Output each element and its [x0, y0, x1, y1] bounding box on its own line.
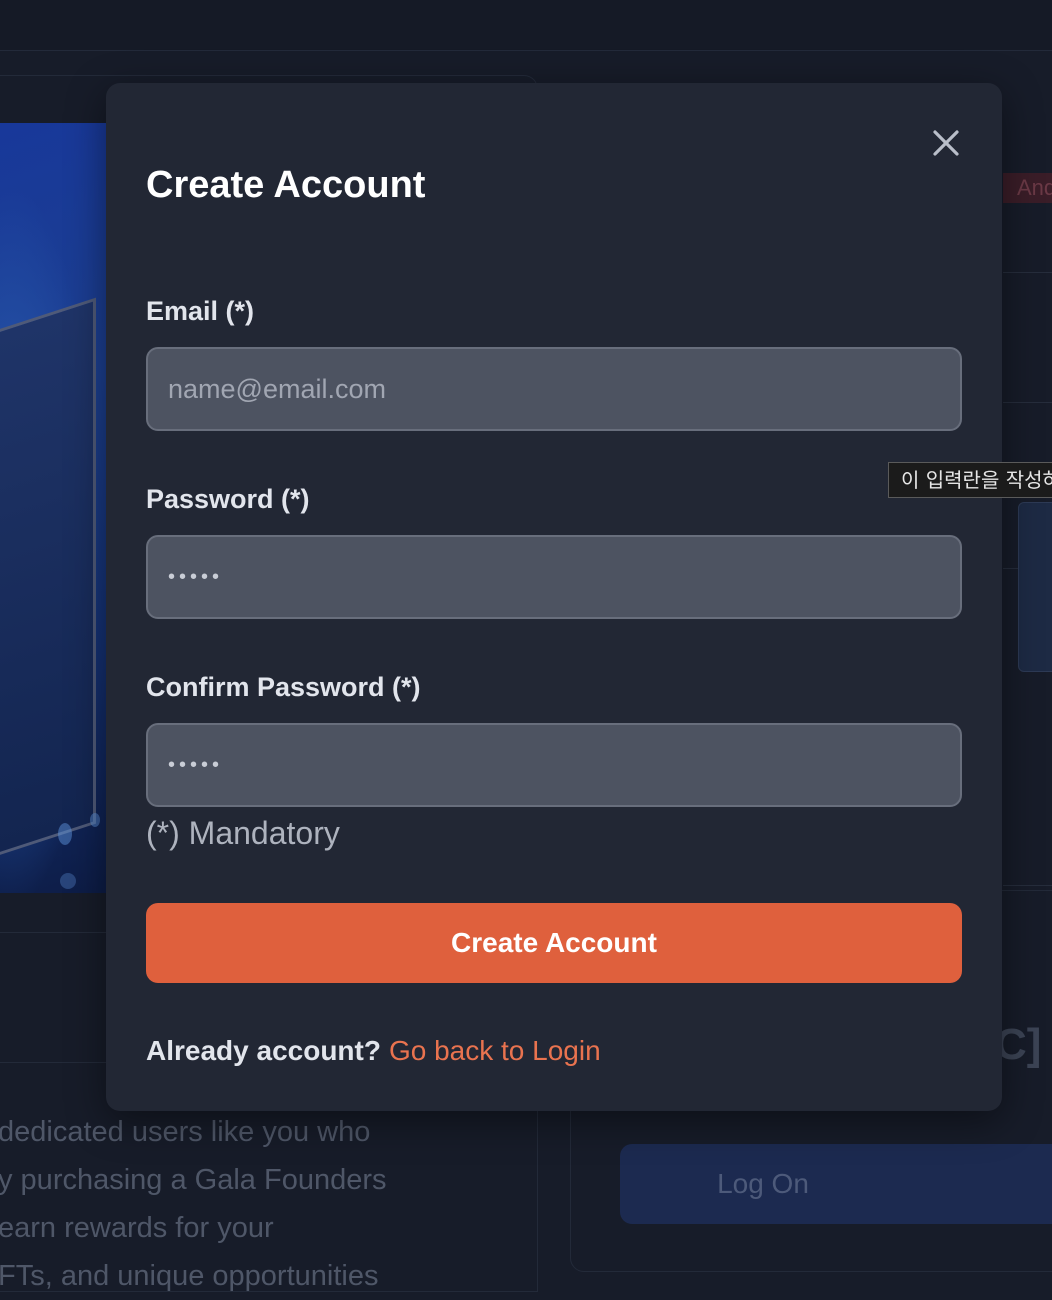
- login-prompt-question: Already account?: [146, 1035, 381, 1066]
- hero-glow-dot: [58, 823, 72, 845]
- create-account-button[interactable]: Create Account: [146, 903, 962, 983]
- password-label: Password (*): [146, 484, 310, 514]
- logon-button[interactable]: Log On: [620, 1144, 1052, 1224]
- hero-glow-dot: [90, 813, 100, 827]
- go-back-to-login-link[interactable]: Go back to Login: [389, 1035, 601, 1066]
- background-hero-image: [0, 123, 115, 893]
- create-account-modal: Create Account Email (*) Password (*) Co…: [106, 83, 1002, 1111]
- hero-device-shape: [0, 297, 96, 875]
- background-thumbnail: [1018, 502, 1052, 672]
- validation-tooltip: 이 입력란을 작성하: [888, 462, 1052, 498]
- password-field[interactable]: [146, 535, 962, 619]
- background-badge: And: [1003, 173, 1052, 203]
- confirm-password-field[interactable]: [146, 723, 962, 807]
- mandatory-note: (*) Mandatory: [146, 815, 340, 851]
- background-top-bar: [0, 0, 1052, 51]
- hero-glow-dot: [60, 873, 76, 889]
- background-divider: [1003, 885, 1052, 886]
- confirm-password-label: Confirm Password (*): [146, 672, 421, 702]
- background-divider: [1003, 272, 1052, 273]
- email-label: Email (*): [146, 296, 255, 326]
- close-icon: [933, 130, 959, 156]
- modal-title: Create Account: [146, 164, 426, 206]
- login-prompt: Already account? Go back to Login: [146, 1033, 601, 1069]
- background-description: dedicated users like you who y purchasin…: [0, 1116, 387, 1292]
- close-button[interactable]: [926, 123, 966, 163]
- email-field[interactable]: [146, 347, 962, 431]
- background-divider: [1003, 402, 1052, 403]
